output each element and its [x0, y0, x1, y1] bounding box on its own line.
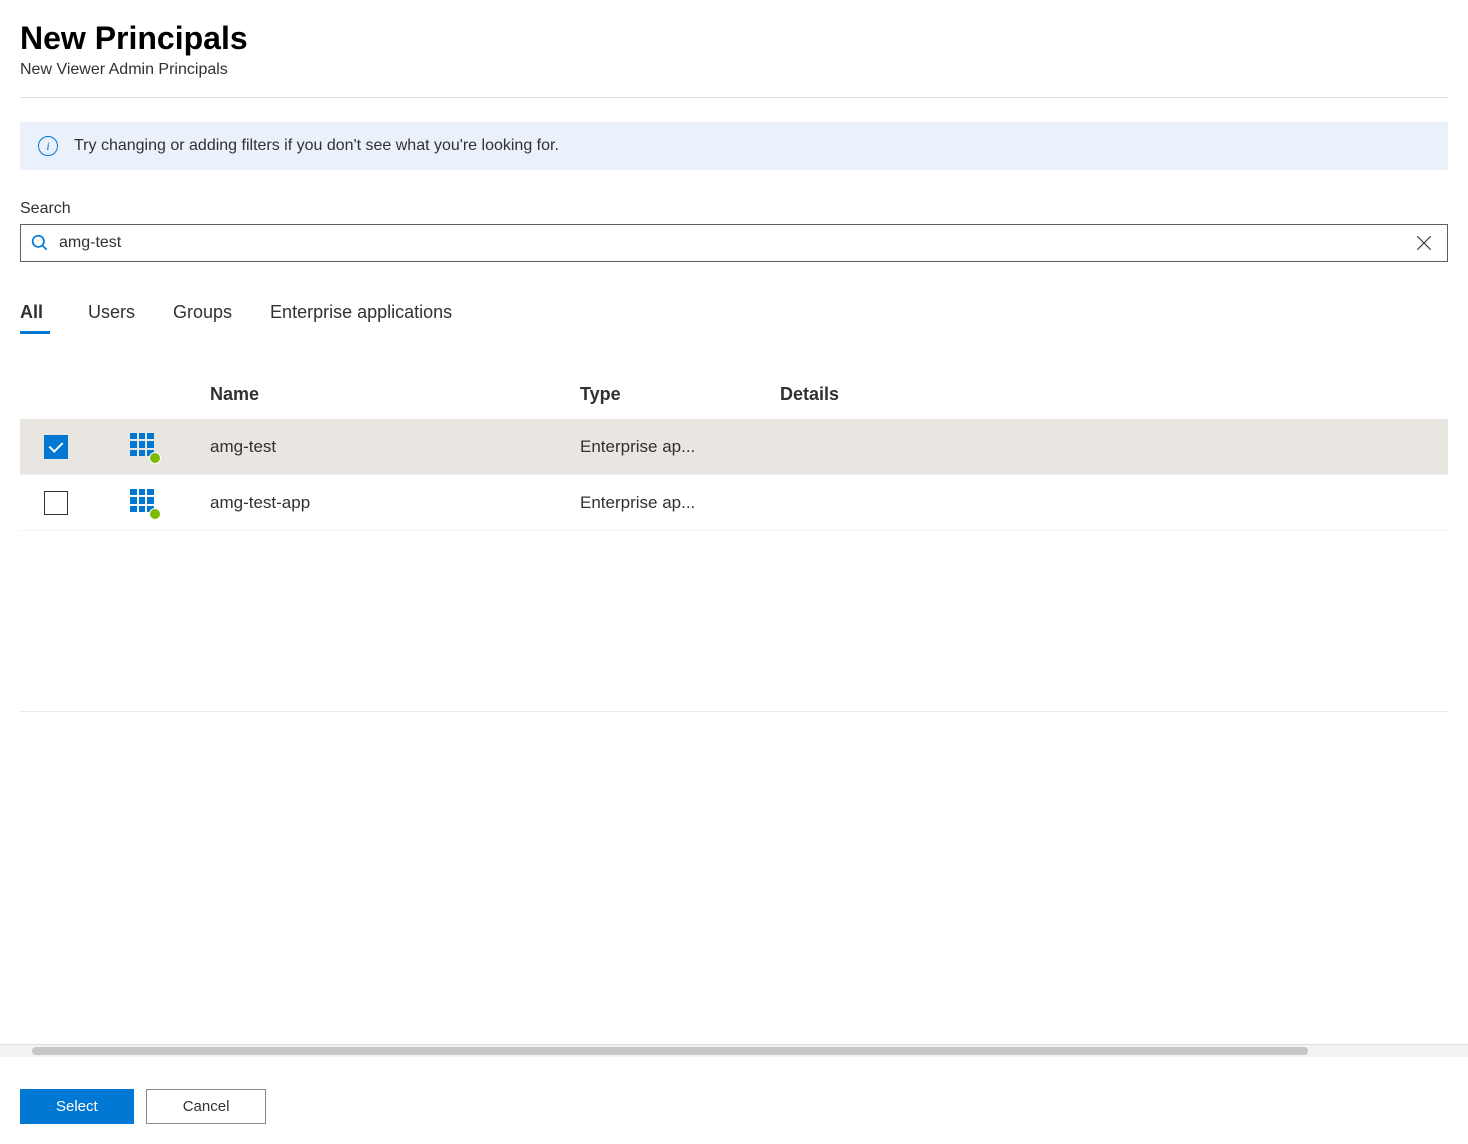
column-header-details[interactable]: Details [780, 384, 1448, 405]
column-header-name[interactable]: Name [210, 384, 580, 405]
page-subtitle: New Viewer Admin Principals [20, 61, 1448, 79]
select-button[interactable]: Select [20, 1089, 134, 1124]
divider [20, 97, 1448, 98]
enterprise-app-icon [130, 489, 158, 517]
row-name: amg-test [210, 437, 580, 457]
search-label: Search [20, 200, 1448, 218]
row-name: amg-test-app [210, 493, 580, 513]
row-checkbox[interactable] [44, 491, 68, 515]
footer: Select Cancel [0, 1044, 1468, 1144]
horizontal-scrollbar[interactable] [0, 1045, 1468, 1057]
table-row[interactable]: amg-test-app Enterprise ap... [20, 475, 1448, 531]
close-icon [1415, 234, 1433, 252]
tab-users[interactable]: Users [88, 302, 135, 334]
cancel-button[interactable]: Cancel [146, 1089, 267, 1124]
page-title: New Principals [20, 20, 1448, 57]
search-box [20, 224, 1448, 262]
info-banner: i Try changing or adding filters if you … [20, 122, 1448, 170]
column-header-type[interactable]: Type [580, 384, 780, 405]
table-header: Name Type Details [20, 384, 1448, 419]
table-row[interactable]: amg-test Enterprise ap... [20, 419, 1448, 475]
enterprise-app-icon [130, 433, 158, 461]
tabs: All Users Groups Enterprise applications [20, 302, 1448, 334]
tab-groups[interactable]: Groups [173, 302, 232, 334]
search-icon [31, 234, 49, 252]
tab-enterprise-applications[interactable]: Enterprise applications [270, 302, 452, 334]
clear-search-button[interactable] [1411, 230, 1437, 256]
tab-all[interactable]: All [20, 302, 50, 334]
search-input[interactable] [59, 234, 1411, 252]
row-checkbox[interactable] [44, 435, 68, 459]
row-type: Enterprise ap... [580, 493, 780, 513]
info-banner-text: Try changing or adding filters if you do… [74, 137, 559, 155]
info-icon: i [38, 136, 58, 156]
row-type: Enterprise ap... [580, 437, 780, 457]
